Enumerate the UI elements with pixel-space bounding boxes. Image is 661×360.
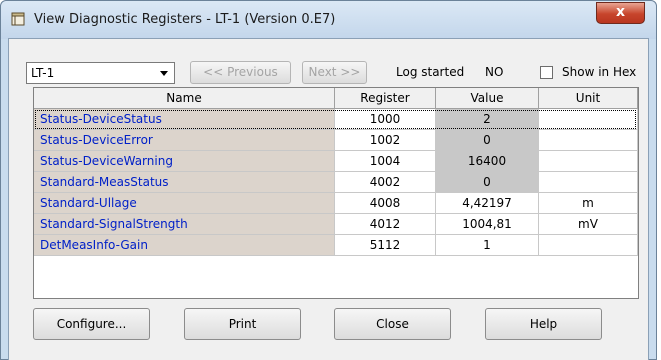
cell-name[interactable]: Standard-Ullage — [34, 193, 335, 214]
configure-button[interactable]: Configure... — [33, 308, 150, 340]
cell-value[interactable]: 1 — [436, 235, 539, 256]
cell-unit[interactable] — [539, 130, 638, 151]
cell-unit[interactable] — [539, 172, 638, 193]
device-select[interactable]: LT-1 — [26, 62, 175, 84]
column-header-name[interactable]: Name — [34, 88, 335, 109]
column-header-unit[interactable]: Unit — [539, 88, 638, 109]
cell-value[interactable]: 4,42197 — [436, 193, 539, 214]
previous-button[interactable]: << Previous — [190, 61, 291, 84]
close-window-button[interactable]: x — [596, 2, 645, 24]
cell-register[interactable]: 1002 — [335, 130, 436, 151]
cell-unit[interactable] — [539, 151, 638, 172]
cell-value[interactable]: 2 — [436, 109, 539, 130]
window-title: View Diagnostic Registers - LT-1 (Versio… — [34, 12, 336, 27]
log-status-label: Log started — [396, 65, 465, 79]
cell-register[interactable]: 1004 — [335, 151, 436, 172]
cell-register[interactable]: 4012 — [335, 214, 436, 235]
chevron-down-icon[interactable] — [155, 64, 173, 82]
next-button[interactable]: Next >> — [302, 61, 367, 84]
log-status-value: NO — [485, 65, 504, 79]
cell-name[interactable]: Status-DeviceError — [34, 130, 335, 151]
cell-name[interactable]: DetMeasInfo-Gain — [34, 235, 335, 256]
cell-name[interactable]: Status-DeviceWarning — [34, 151, 335, 172]
cell-name[interactable]: Standard-MeasStatus — [34, 172, 335, 193]
cell-unit[interactable] — [539, 109, 638, 130]
cell-value[interactable]: 16400 — [436, 151, 539, 172]
cell-name[interactable]: Standard-SignalStrength — [34, 214, 335, 235]
print-button[interactable]: Print — [184, 308, 301, 340]
cell-value[interactable]: 0 — [436, 130, 539, 151]
register-table[interactable]: Name Register Value Unit Status-DeviceSt… — [33, 87, 639, 299]
cell-register[interactable]: 5112 — [335, 235, 436, 256]
cell-value[interactable]: 0 — [436, 172, 539, 193]
cell-value[interactable]: 1004,81 — [436, 214, 539, 235]
cell-unit[interactable]: m — [539, 193, 638, 214]
cell-name[interactable]: Status-DeviceStatus — [34, 109, 335, 130]
title-bar[interactable]: View Diagnostic Registers - LT-1 (Versio… — [1, 1, 656, 39]
help-button[interactable]: Help — [485, 308, 602, 340]
cell-unit[interactable] — [539, 235, 638, 256]
device-select-value: LT-1 — [31, 66, 55, 80]
column-header-value[interactable]: Value — [436, 88, 539, 109]
cell-register[interactable]: 4002 — [335, 172, 436, 193]
cell-unit[interactable]: mV — [539, 214, 638, 235]
show-in-hex-checkbox[interactable] — [540, 66, 553, 79]
close-button[interactable]: Close — [334, 308, 451, 340]
register-table-icon — [11, 12, 25, 26]
show-in-hex-label[interactable]: Show in Hex — [562, 65, 636, 79]
cell-register[interactable]: 1000 — [335, 109, 436, 130]
column-header-register[interactable]: Register — [335, 88, 436, 109]
cell-register[interactable]: 4008 — [335, 193, 436, 214]
